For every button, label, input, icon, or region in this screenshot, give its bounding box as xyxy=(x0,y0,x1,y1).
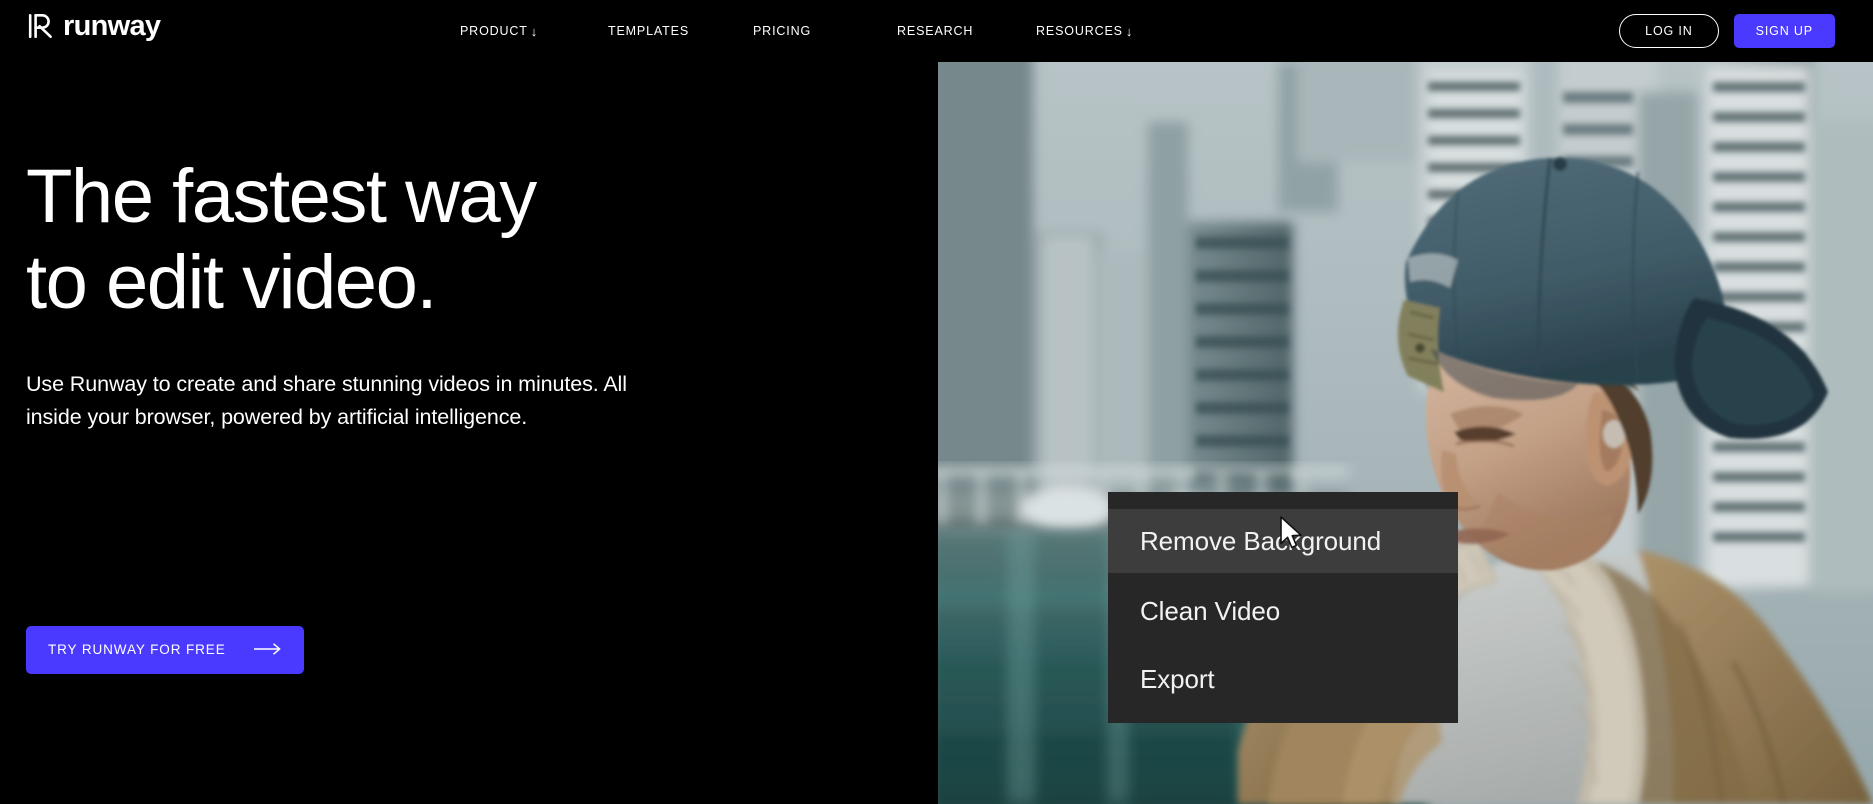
nav-item-templates[interactable]: TEMPLATES xyxy=(608,25,689,38)
menu-item-remove-background-label: Remove Background xyxy=(1140,526,1382,556)
site-header: runway PRODUCT ↓ TEMPLATES PRICING RESEA… xyxy=(0,0,1873,62)
nav-item-pricing-label: PRICING xyxy=(753,23,812,38)
nav-item-templates-label: TEMPLATES xyxy=(608,23,690,38)
video-tools-context-menu: Remove Background Clean Video Export xyxy=(1108,492,1458,723)
brand-logo-link[interactable]: runway xyxy=(26,6,161,46)
try-runway-for-free-button[interactable]: TRY RUNWAY FOR FREE xyxy=(26,626,304,674)
log-in-button[interactable]: LOG IN xyxy=(1619,13,1719,49)
nav-item-resources-label: RESOURCES xyxy=(1036,23,1123,38)
brand-name: runway xyxy=(63,9,161,42)
chevron-down-icon: ↓ xyxy=(530,23,539,39)
nav-item-product-label: PRODUCT xyxy=(460,23,528,38)
menu-item-export[interactable]: Export xyxy=(1108,654,1458,704)
auth-actions: LOG IN SIGN UP xyxy=(1619,0,1835,62)
menu-item-clean-video[interactable]: Clean Video xyxy=(1108,586,1458,636)
menu-item-remove-background[interactable]: Remove Background xyxy=(1108,509,1458,573)
menu-item-export-label: Export xyxy=(1140,664,1215,694)
nav-item-pricing[interactable]: PRICING xyxy=(753,25,811,38)
hero-text-panel: The fastest way to edit video. Use Runwa… xyxy=(0,62,938,804)
nav-item-research-label: RESEARCH xyxy=(897,23,974,38)
page-title: The fastest way to edit video. xyxy=(26,154,537,325)
menu-item-clean-video-label: Clean Video xyxy=(1140,596,1281,626)
nav-item-resources[interactable]: RESOURCES ↓ xyxy=(1036,25,1133,38)
runway-landing-page: runway PRODUCT ↓ TEMPLATES PRICING RESEA… xyxy=(0,0,1873,804)
nav-item-research[interactable]: RESEARCH xyxy=(897,25,973,38)
cta-label: TRY RUNWAY FOR FREE xyxy=(48,642,226,658)
chevron-down-icon: ↓ xyxy=(1125,23,1134,39)
arrow-right-icon xyxy=(253,642,282,658)
hero-subtitle: Use Runway to create and share stunning … xyxy=(26,372,627,429)
runway-logo-icon xyxy=(26,13,54,39)
sign-up-button[interactable]: SIGN UP xyxy=(1733,13,1835,49)
nav-item-product[interactable]: PRODUCT ↓ xyxy=(460,25,538,38)
